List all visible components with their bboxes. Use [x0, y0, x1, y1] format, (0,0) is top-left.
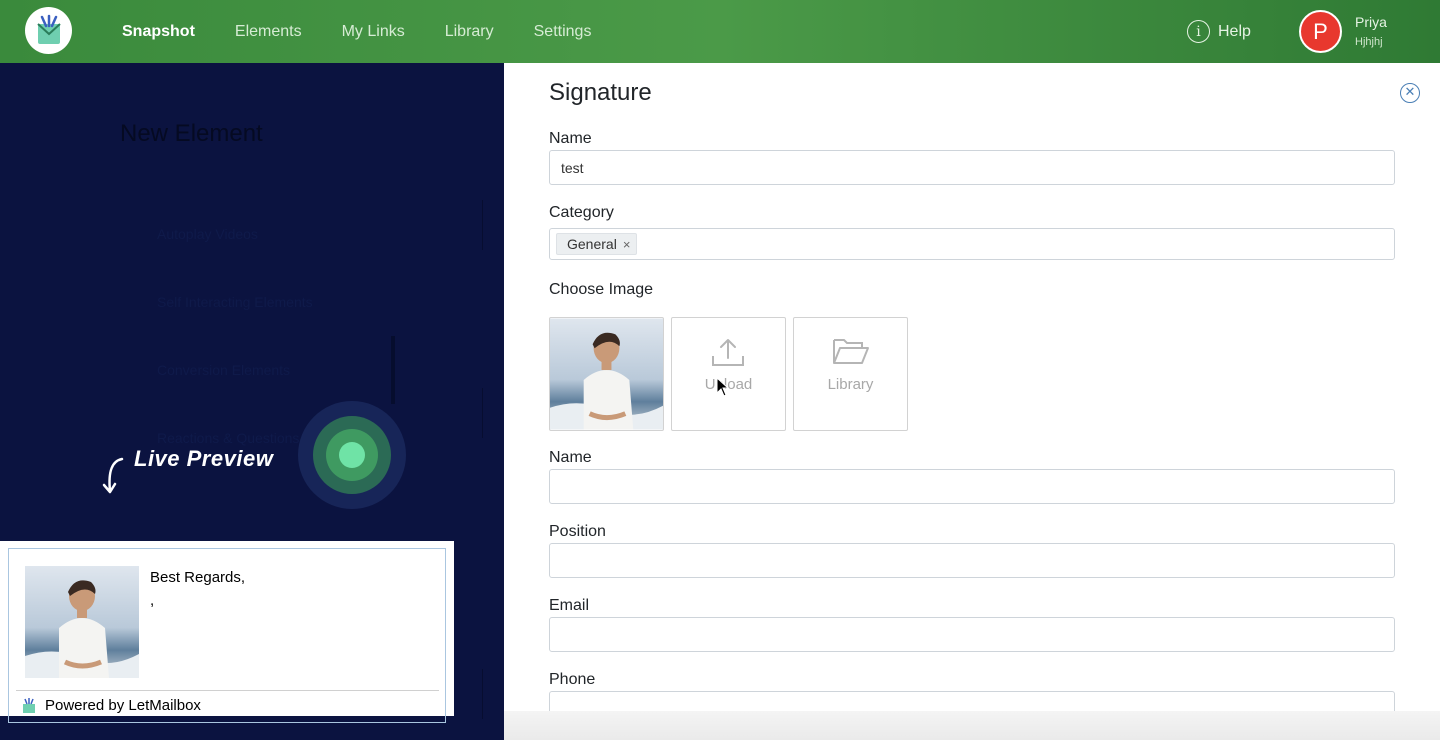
signature-photo: [25, 566, 139, 678]
nav-snapshot[interactable]: Snapshot: [122, 23, 195, 41]
letmailbox-small-logo-icon: [23, 697, 35, 713]
phone-label: Phone: [549, 671, 596, 688]
mouse-cursor-icon: [716, 377, 730, 397]
library-image-button[interactable]: Library: [793, 317, 908, 431]
signature-preview-frame: Best Regards, , Powered by LetMailbox: [8, 548, 446, 723]
help-label: Help: [1218, 22, 1251, 40]
position-input[interactable]: [549, 543, 1395, 578]
panel-bottom-fade: [504, 711, 1440, 740]
top-navbar: Snapshot Elements My Links Library Setti…: [0, 0, 1440, 63]
category-tag-label: General: [567, 236, 617, 252]
bg-divider: [482, 669, 504, 719]
logo-icon: [36, 14, 61, 44]
avatar[interactable]: P: [1299, 10, 1342, 53]
sig-name-label: Name: [549, 449, 592, 466]
library-label: Library: [827, 376, 874, 393]
email-label: Email: [549, 597, 590, 614]
live-preview-label: Live Preview: [134, 446, 274, 471]
name-label: Name: [549, 130, 592, 147]
nav-elements[interactable]: Elements: [235, 23, 302, 41]
curved-arrow-icon: [102, 457, 124, 494]
nav-settings[interactable]: Settings: [534, 23, 592, 41]
signature-name-input[interactable]: [549, 469, 1395, 504]
category-label: Category: [549, 204, 614, 221]
powered-by[interactable]: Powered by LetMailbox: [21, 697, 201, 714]
info-icon: i: [1187, 20, 1210, 43]
help-link[interactable]: i Help: [1187, 20, 1251, 43]
signature-preview-card: Best Regards, , Powered by LetMailbox: [0, 541, 454, 723]
user-subtitle: Hjhjhj: [1355, 36, 1383, 48]
selected-photo: [550, 318, 663, 430]
background-page-title: New Element: [120, 120, 263, 147]
signature-form-panel: Signature ✕ Name Category General × Choo…: [504, 63, 1440, 740]
bg-divider: [482, 388, 504, 438]
remove-tag-icon[interactable]: ×: [623, 237, 631, 252]
preview-divider: [16, 690, 439, 691]
position-label: Position: [549, 523, 606, 540]
folder-open-icon: [833, 339, 869, 364]
bg-divider: [482, 200, 504, 250]
main-nav: Snapshot Elements My Links Library Setti…: [122, 0, 591, 63]
selected-image-thumbnail[interactable]: [549, 317, 664, 431]
close-icon[interactable]: ✕: [1400, 83, 1420, 103]
category-select[interactable]: General ×: [549, 228, 1395, 260]
panel-title: Signature: [549, 79, 652, 106]
upload-image-button[interactable]: Upload: [671, 317, 786, 431]
live-pulse-indicator: [298, 401, 406, 509]
category-tag: General ×: [556, 233, 638, 255]
bg-menu-item: Self Interacting Elements: [157, 294, 313, 310]
letmailbox-logo[interactable]: [25, 7, 72, 54]
preview-name-line: ,: [150, 592, 155, 609]
element-name-input[interactable]: [549, 150, 1395, 185]
choose-image-label: Choose Image: [549, 281, 654, 298]
bg-menu-item: Autoplay Videos: [157, 226, 258, 242]
bg-menu-item: Conversion Elements: [125, 336, 395, 404]
preview-regards-text: Best Regards,: [150, 569, 246, 586]
user-name[interactable]: Priya: [1355, 14, 1387, 30]
nav-library[interactable]: Library: [445, 23, 494, 41]
nav-my-links[interactable]: My Links: [342, 23, 405, 41]
email-input[interactable]: [549, 617, 1395, 652]
upload-icon: [712, 339, 744, 366]
powered-by-label: Powered by LetMailbox: [45, 697, 201, 714]
